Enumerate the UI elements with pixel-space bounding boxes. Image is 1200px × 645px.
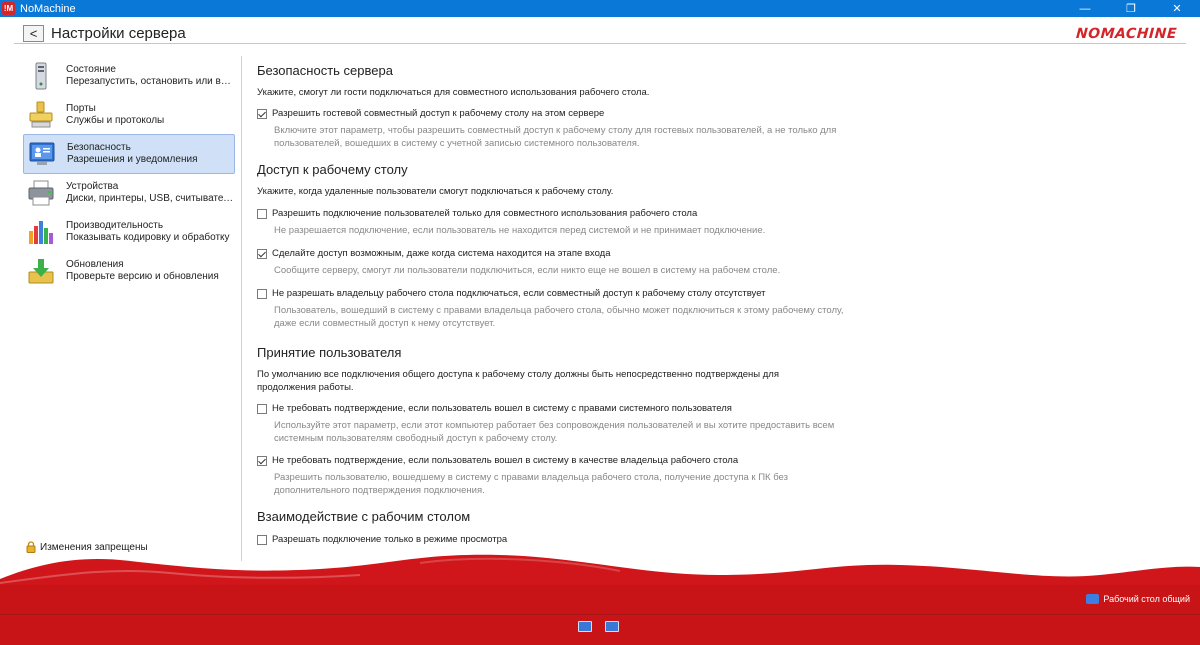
sidebar-item-subtitle: Проверьте версию и обновления [66,271,219,282]
sidebar-item-subtitle: Показывать кодировку и обработку [66,232,230,243]
section-description: По умолчанию все подключения общего дост… [257,369,779,393]
performance-icon [29,221,53,244]
sidebar-item-security[interactable]: Безопасность Разрешения и уведомления [23,134,235,174]
sidebar-item-title: Производительность [66,220,164,231]
sidebar-item-performance[interactable]: Производительность Показывать кодировку … [23,212,235,252]
section-description: Укажите, смогут ли гости подключаться дл… [257,87,650,98]
option-no-confirm-owner[interactable]: Не требовать подтверждение, если пользов… [257,455,847,466]
option-label: Не разрешать владельцу рабочего стола по… [272,288,766,299]
checkbox[interactable] [257,535,267,545]
sidebar: Состояние Перезапустить, остановить или … [0,53,242,563]
option-label: Разрешать подключение только в режиме пр… [272,534,508,545]
option-label: Разрешить гостевой совместный доступ к р… [272,108,605,119]
section-description: Укажите, когда удаленные пользователи см… [257,186,614,197]
checkbox[interactable] [257,456,267,466]
window-controls: — ❐ ✕ [1062,0,1200,17]
header-divider [14,43,1186,44]
option-hint: Разрешить пользователю, вошедшему в сист… [274,472,788,496]
monitor-icon [1086,594,1100,604]
sidebar-item-title: Состояние [66,64,116,75]
sidebar-item-devices[interactable]: Устройства Диски, принтеры, USB, считыва… [23,173,235,213]
option-hint: Включите этот параметр, чтобы разрешить … [274,125,837,149]
title-bar: !M NoMachine — ❐ ✕ [0,0,1200,17]
sidebar-item-subtitle: Перезапустить, остановить или выкл... [66,76,234,87]
option-guest-sharing[interactable]: Разрешить гостевой совместный доступ к р… [257,108,847,119]
sidebar-item-title: Обновления [66,259,124,270]
sidebar-item-title: Безопасность [67,142,131,153]
option-label: Не требовать подтверждение, если пользов… [272,403,732,414]
nomachine-app-icon: !M [2,2,15,15]
option-hint: Пользователь, вошедший в систему с права… [274,305,844,329]
sidebar-item-title: Порты [66,103,96,114]
option-deny-owner-connect[interactable]: Не разрешать владельцу рабочего стола по… [257,288,847,299]
option-hint: Используйте этот параметр, если этот ком… [274,420,835,444]
close-button[interactable]: ✕ [1154,0,1200,17]
section-heading-desktop-access: Доступ к рабочему столу [257,162,408,177]
checkbox[interactable] [257,289,267,299]
option-access-at-login[interactable]: Сделайте доступ возможным, даже когда си… [257,248,847,259]
footer: Рабочий стол общий [0,545,1200,645]
nomachine-logo: NOMACHINE [1075,26,1178,42]
option-hint: Сообщите серверу, смогут ли пользователи… [274,265,781,276]
security-icon [29,142,55,165]
sidebar-item-ports[interactable]: Порты Службы и протоколы [23,95,235,135]
desktop-shared-status[interactable]: Рабочий стол общий [1086,594,1190,604]
ports-icon [29,101,53,128]
server-status-icon [35,62,47,90]
option-label: Разрешить подключение пользователей толь… [272,208,698,219]
minimize-button[interactable]: — [1062,0,1108,17]
sidebar-item-updates[interactable]: Обновления Проверьте версию и обновления [23,251,235,291]
checkbox[interactable] [257,404,267,414]
back-button[interactable]: < [23,25,44,42]
option-label: Не требовать подтверждение, если пользов… [272,455,739,466]
sidebar-item-title: Устройства [66,181,119,192]
page-title: Настройки сервера [51,25,186,42]
option-no-confirm-system-user[interactable]: Не требовать подтверждение, если пользов… [257,403,847,414]
updates-icon [28,259,54,284]
sidebar-item-subtitle: Службы и протоколы [66,115,165,126]
sidebar-divider [241,56,242,561]
option-view-only[interactable]: Разрешать подключение только в режиме пр… [257,534,847,545]
option-sharing-only[interactable]: Разрешить подключение пользователей толь… [257,208,847,219]
maximize-button[interactable]: ❐ [1108,0,1154,17]
section-heading-server-security: Безопасность сервера [257,63,393,78]
fullscreen-icon[interactable] [578,621,592,632]
checkbox[interactable] [257,109,267,119]
share-status-label: Рабочий стол общий [1103,594,1190,604]
section-heading-user-acceptance: Принятие пользователя [257,345,402,360]
footer-divider [0,614,1200,615]
option-label: Сделайте доступ возможным, даже когда си… [272,248,611,259]
checkbox[interactable] [257,209,267,219]
option-hint: Не разрешается подключение, если пользов… [274,225,766,236]
printer-icon [28,180,54,206]
sidebar-item-subtitle: Диски, принтеры, USB, считыватели с... [66,193,234,204]
sidebar-item-status[interactable]: Состояние Перезапустить, остановить или … [23,56,235,96]
page-header: < Настройки сервера NOMACHINE [0,17,1200,53]
window-title: NoMachine [20,2,76,15]
display-icon[interactable] [605,621,619,632]
checkbox[interactable] [257,249,267,259]
section-heading-desktop-interaction: Взаимодействие с рабочим столом [257,509,471,524]
sidebar-item-subtitle: Разрешения и уведомления [67,154,198,165]
footer-toolbar [578,621,619,632]
